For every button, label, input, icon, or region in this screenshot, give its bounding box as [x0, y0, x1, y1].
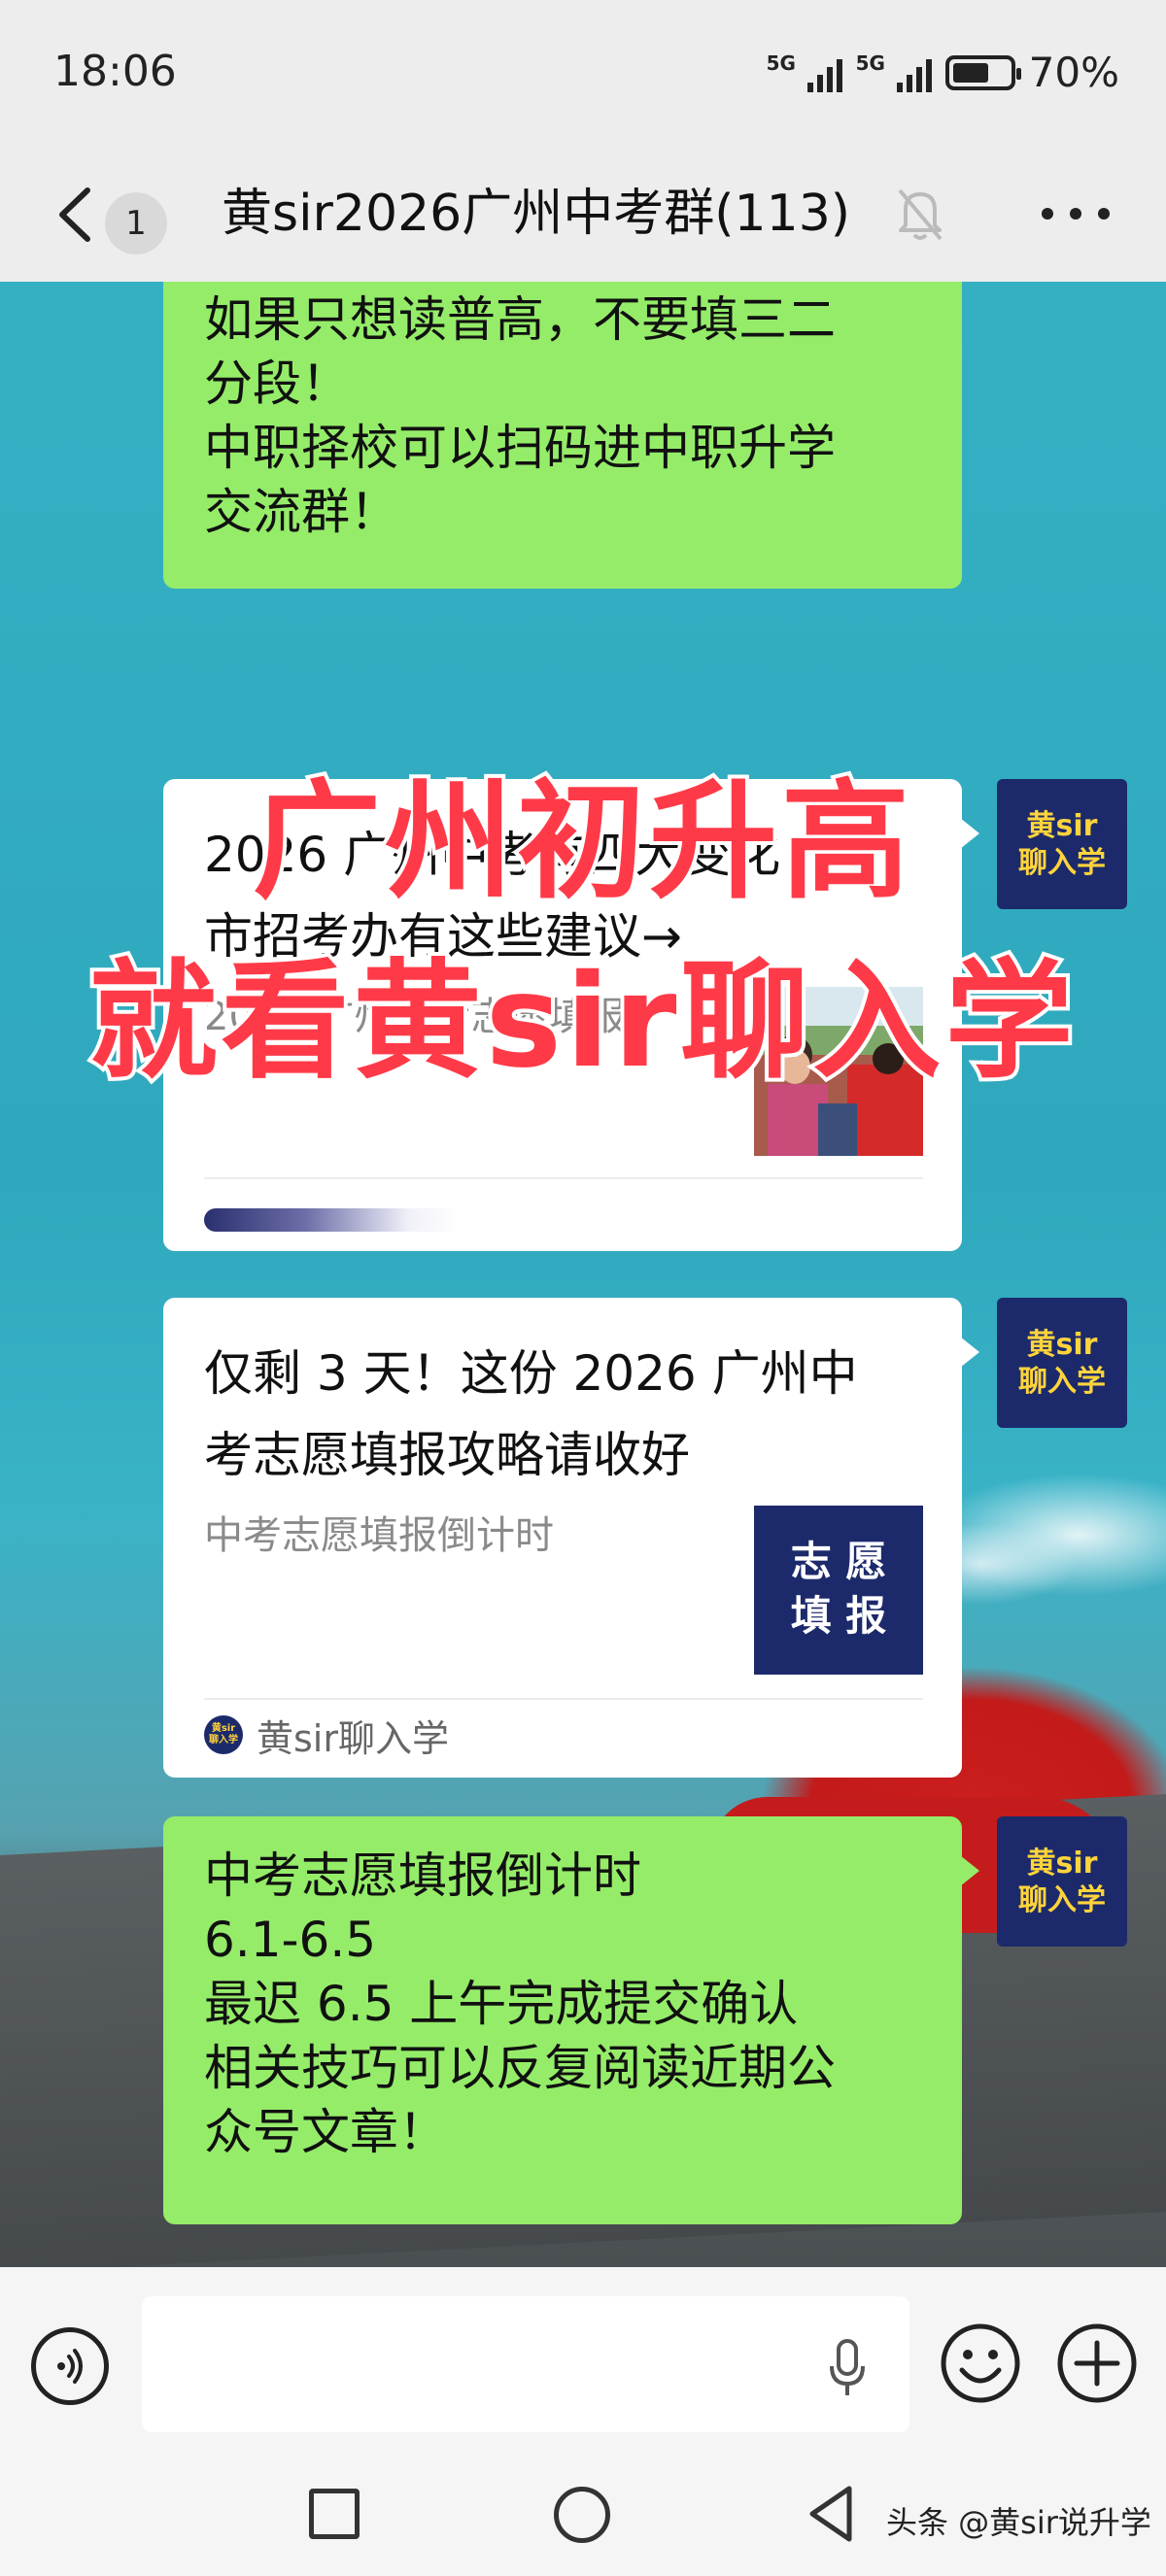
promo-overlay-line-2: 就看黄sir聊入学: [86, 943, 1078, 1101]
input-bar: [0, 2267, 1166, 2461]
message-text-bubble[interactable]: 中考志愿填报倒计时 6.1-6.5 最迟 6.5 上午完成提交确认 相关技巧可以…: [163, 1816, 979, 2224]
promo-overlay-line-1: 广州初升高: [249, 763, 913, 921]
article-title: 仅剩 3 天！这份 2026 广州中 考志愿填报攻略请收好: [204, 1345, 858, 1483]
battery-icon: [944, 54, 1021, 90]
card-divider: [204, 1177, 923, 1179]
chat-header: 1 黄sir2026广州中考群(113): [0, 146, 1166, 282]
home-icon[interactable]: [554, 2487, 610, 2543]
status-time: 18:06: [53, 47, 177, 96]
signal-icon-2: 5G: [856, 51, 932, 92]
message-line: 如果只想读普高，不要填三二: [204, 291, 836, 348]
article-thumbnail-banner: 志 愿 填 报: [754, 1506, 923, 1675]
message-input[interactable]: [142, 2296, 909, 2432]
message-line: 相关技巧可以反复阅读近期公: [204, 2040, 836, 2096]
article-card[interactable]: 仅剩 3 天！这份 2026 广州中 考志愿填报攻略请收好 中考志愿填报倒计时 …: [163, 1298, 979, 1778]
status-indicators: 5G 5G 70%: [767, 49, 1119, 96]
message-line: 众号文章！: [204, 2104, 447, 2160]
chat-title[interactable]: 黄sir2026广州中考群(113): [222, 173, 850, 254]
voice-icon[interactable]: [31, 2327, 109, 2405]
back-icon[interactable]: [803, 2483, 861, 2545]
signal-icon-1: 5G: [767, 51, 842, 92]
message-line: 中考志愿填报倒计时: [204, 1847, 641, 1904]
source-loading-placeholder: [204, 1208, 459, 1232]
card-divider: [204, 1698, 923, 1700]
message-line: 分段！: [204, 356, 350, 412]
status-bar: 18:06 5G 5G 70%: [0, 0, 1166, 146]
sender-avatar[interactable]: 黄sir 聊入学: [997, 1816, 1127, 1947]
message-line: 6.1-6.5: [204, 1912, 377, 1968]
article-source[interactable]: 黄sir 聊入学 黄sir聊入学: [204, 1706, 449, 1764]
source-name: 黄sir聊入学: [257, 1716, 449, 1760]
message-text-bubble[interactable]: 如果只想读普高，不要填三二 分段！ 中职择校可以扫码进中职升学 交流群！: [163, 282, 962, 589]
emoji-icon[interactable]: [939, 2322, 1022, 2405]
article-description: 中考志愿填报倒计时: [204, 1513, 554, 1558]
mic-icon[interactable]: [828, 2339, 867, 2397]
battery-percent: 70%: [1028, 49, 1119, 96]
chat-area[interactable]: 如果只想读普高，不要填三二 分段！ 中职择校可以扫码进中职升学 交流群！ 黄si…: [0, 282, 1166, 2267]
watermark-text: 头条 @黄sir说升学: [886, 2504, 1151, 2541]
message-line: 最迟 6.5 上午完成提交确认: [204, 1976, 799, 2032]
back-arrow-icon[interactable]: [49, 181, 107, 249]
source-logo: 黄sir 聊入学: [204, 1715, 243, 1754]
message-line: 中职择校可以扫码进中职升学: [204, 420, 836, 476]
plus-icon[interactable]: [1055, 2322, 1139, 2405]
mute-bell-icon: [898, 188, 943, 241]
system-nav-bar: 头条 @黄sir说升学: [0, 2461, 1166, 2576]
message-line: 交流群！: [204, 484, 398, 540]
recent-apps-icon[interactable]: [309, 2489, 360, 2539]
sender-avatar[interactable]: 黄sir 聊入学: [997, 1298, 1127, 1428]
more-dots-icon[interactable]: [1042, 208, 1110, 221]
unread-count-badge[interactable]: 1: [105, 192, 167, 254]
